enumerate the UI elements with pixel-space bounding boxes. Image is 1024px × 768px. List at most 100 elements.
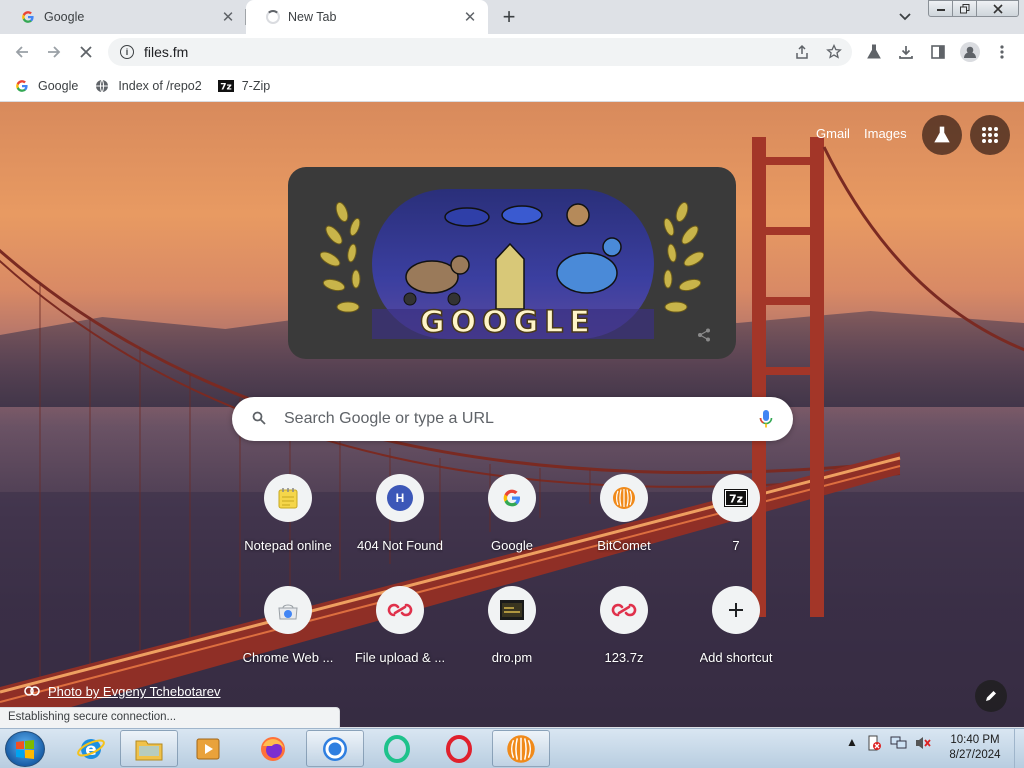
taskbar-bitcomet[interactable] — [492, 730, 550, 767]
shortcut-bitcomet[interactable]: BitComet — [568, 458, 680, 566]
tab-google[interactable]: Google ✕ — [0, 0, 246, 34]
7zip-icon: 7z — [712, 474, 760, 522]
media-player-icon — [196, 738, 220, 759]
taskbar-media-player[interactable] — [180, 730, 238, 767]
files-fm-icon — [600, 586, 648, 634]
bookmark-label: 7-Zip — [241, 78, 271, 93]
stop-loading-button[interactable] — [72, 38, 100, 66]
tab-title: New Tab — [288, 10, 337, 24]
tab-new-tab[interactable]: New Tab ✕ — [246, 0, 488, 34]
back-button[interactable] — [8, 38, 36, 66]
download-icon[interactable] — [894, 40, 918, 64]
shortcut-label: 7 — [732, 538, 740, 553]
shortcut-chrome-web-store[interactable]: Chrome Web ... — [232, 570, 344, 678]
side-panel-icon[interactable] — [926, 40, 950, 64]
search-labs-button[interactable] — [922, 115, 962, 155]
shortcut-404-not-found[interactable]: H 404 Not Found — [344, 458, 456, 566]
clock-date: 8/27/2024 — [949, 749, 1001, 761]
bookmark-google[interactable]: Google — [14, 78, 78, 94]
photo-credit-link[interactable]: Photo by Evgeny Tchebotarev — [24, 684, 221, 699]
doodle-share-icon[interactable] — [694, 325, 714, 345]
taskbar-chrome[interactable] — [306, 730, 364, 767]
opera-red-icon — [446, 734, 472, 763]
gmail-link[interactable]: Gmail — [816, 126, 850, 141]
shortcut-dro-pm[interactable]: dro.pm — [456, 570, 568, 678]
google-g-icon — [488, 474, 536, 522]
bookmark-index-of-repo2[interactable]: Index of /repo2 — [94, 78, 202, 94]
chrome-icon — [323, 736, 347, 761]
taskbar-firefox[interactable] — [244, 730, 302, 767]
taskbar-opera[interactable] — [430, 730, 488, 767]
svg-text:7z: 7z — [729, 493, 743, 506]
opera-green-icon — [384, 734, 410, 763]
doodle-text: GOOGLE — [419, 304, 596, 341]
shortcut-label: dro.pm — [491, 650, 533, 665]
close-tab-icon[interactable]: ✕ — [220, 9, 236, 26]
labs-flask-icon[interactable] — [862, 40, 886, 64]
customize-chrome-button[interactable] — [975, 680, 1007, 712]
profile-avatar-icon[interactable] — [958, 40, 982, 64]
shortcut-label: Google — [491, 538, 533, 553]
files-fm-icon — [376, 586, 424, 634]
menu-kebab-icon[interactable] — [990, 40, 1014, 64]
clock-time: 10:40 PM — [950, 734, 1000, 746]
minimize-button[interactable] — [928, 0, 953, 17]
shortcut-7[interactable]: 7z 7 — [680, 458, 792, 566]
windows-taskbar: e ▲ 10:40 PM 8/27/2024 — [0, 728, 1024, 768]
shortcut-123-7z[interactable]: 123.7z — [568, 570, 680, 678]
chrome-web-store-icon — [264, 586, 312, 634]
tab-title: Google — [44, 10, 85, 24]
new-tab-page: Gmail Images GOOGLE Search Google or typ… — [0, 102, 1024, 727]
google-apps-button[interactable] — [970, 115, 1010, 155]
tab-strip: Google ✕ New Tab ✕ + — [0, 0, 1024, 34]
plus-icon — [712, 586, 760, 634]
address-bar-url: files.fm — [144, 44, 189, 60]
photo-credit-text: Photo by Evgeny Tchebotarev — [48, 684, 221, 699]
site-info-icon[interactable]: i — [120, 45, 134, 59]
address-bar[interactable]: i files.fm — [108, 38, 852, 66]
windows-logo-icon — [16, 740, 34, 759]
new-tab-button[interactable]: + — [497, 4, 521, 29]
search-icon — [252, 411, 266, 428]
dro-pm-icon — [488, 586, 536, 634]
taskbar-internet-explorer[interactable]: e — [62, 730, 120, 767]
images-link[interactable]: Images — [864, 126, 907, 141]
7zip-icon: 7z — [217, 78, 234, 94]
network-icon[interactable] — [890, 735, 908, 754]
firefox-icon — [261, 736, 285, 761]
share-icon[interactable] — [790, 40, 814, 64]
letter-h-icon: H — [376, 474, 424, 522]
search-placeholder: Search Google or type a URL — [284, 410, 494, 427]
voice-search-icon[interactable] — [751, 404, 781, 434]
forward-button[interactable] — [40, 38, 68, 66]
volume-muted-icon[interactable] — [914, 735, 932, 754]
status-bubble: Establishing secure connection... — [0, 707, 340, 728]
pencil-icon — [986, 691, 996, 701]
show-desktop-button[interactable] — [1014, 729, 1024, 768]
bookmark-7zip[interactable]: 7z 7-Zip — [217, 78, 271, 94]
start-button[interactable] — [5, 731, 45, 767]
show-hidden-icons-button[interactable]: ▲ — [846, 735, 858, 749]
action-center-icon[interactable] — [866, 735, 882, 754]
tab-search-chevron-icon[interactable] — [896, 8, 914, 26]
restore-button[interactable] — [952, 0, 977, 17]
svg-text:7z: 7z — [220, 82, 232, 92]
shortcut-file-upload[interactable]: File upload & ... — [344, 570, 456, 678]
close-tab-icon[interactable]: ✕ — [462, 9, 478, 26]
bookmark-star-icon[interactable] — [822, 40, 846, 64]
taskbar-opera-gx[interactable] — [368, 730, 426, 767]
file-explorer-icon — [135, 740, 163, 760]
shortcut-label: Add shortcut — [699, 650, 773, 665]
system-clock[interactable]: 10:40 PM 8/27/2024 — [940, 733, 1010, 763]
shortcut-google[interactable]: Google — [456, 458, 568, 566]
google-doodle[interactable]: GOOGLE — [288, 167, 736, 359]
shortcut-label: Notepad online — [244, 538, 332, 553]
notepad-icon — [264, 474, 312, 522]
google-g-icon — [14, 78, 30, 94]
globe-icon — [94, 78, 110, 94]
taskbar-file-explorer[interactable] — [120, 730, 178, 767]
add-shortcut-button[interactable]: Add shortcut — [680, 570, 792, 678]
shortcut-notepad-online[interactable]: Notepad online — [232, 458, 344, 566]
close-window-button[interactable] — [976, 0, 1019, 17]
search-input[interactable]: Search Google or type a URL — [232, 397, 793, 441]
